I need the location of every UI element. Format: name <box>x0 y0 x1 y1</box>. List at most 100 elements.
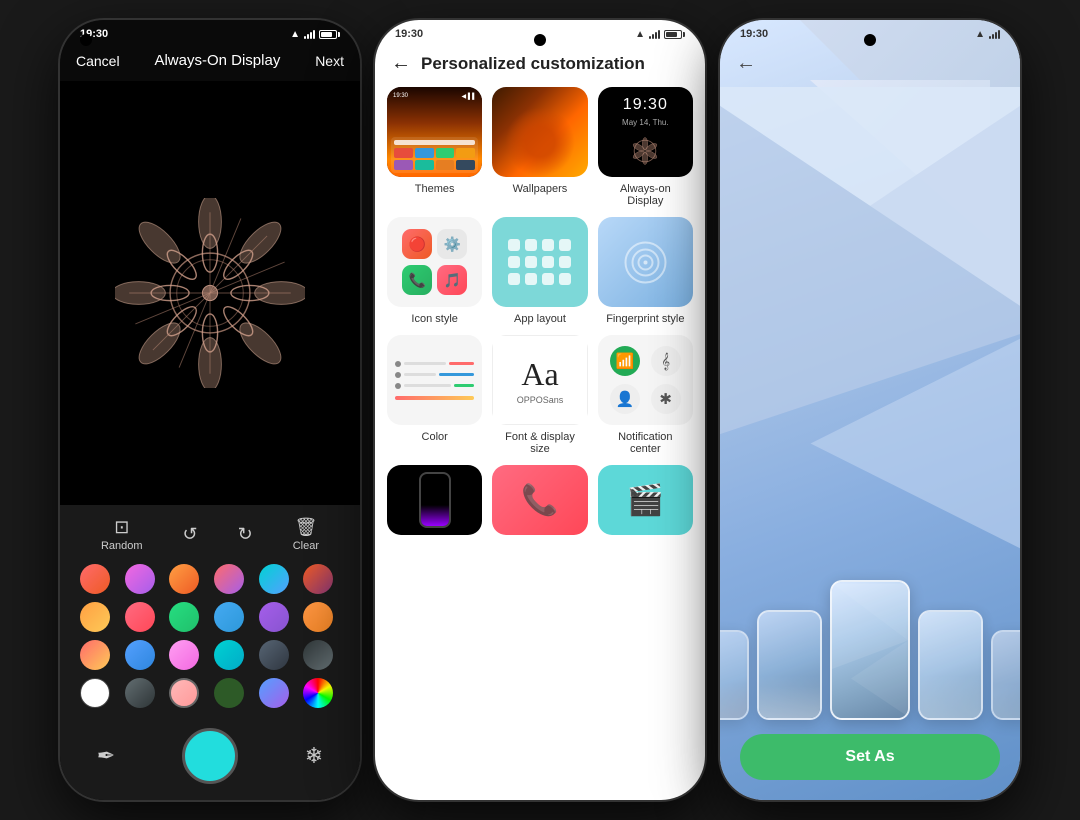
status-time-2: 19:30 <box>395 28 423 40</box>
fingerprint-style-label: Fingerprint style <box>606 313 684 325</box>
status-icons-3: ▲ <box>975 29 1000 40</box>
fingerprint-style-item[interactable]: Fingerprint style <box>598 217 693 325</box>
aod-item[interactable]: 19:30 May 14, Thu. <box>598 87 693 207</box>
phone-3: 19:30 ▲ ← <box>720 20 1020 800</box>
color-option-2[interactable] <box>125 564 155 594</box>
status-bar-1: 19:30 ▲ <box>60 20 360 44</box>
back-button-2[interactable]: ← <box>391 52 411 75</box>
app-layout-item[interactable]: App layout <box>492 217 587 325</box>
wallpaper-preview-area <box>720 87 1020 800</box>
camera-punch-hole-1 <box>80 34 92 46</box>
camera-punch-hole-2 <box>534 34 546 46</box>
undo-icon: ↺ <box>183 524 198 545</box>
customization-title: Personalized customization <box>421 54 645 74</box>
phone1-screen: 19:30 ▲ Cancel Always-On Display Next <box>60 20 360 800</box>
color-option-16[interactable] <box>214 640 244 670</box>
color-option-19[interactable] <box>80 678 110 708</box>
grid-row-2: 🔴 ⚙️ 📞 🎵 Icon style <box>387 217 693 325</box>
brush-icon[interactable]: ✒ <box>84 734 128 778</box>
notification-item[interactable]: 📶 𝄞 👤 ✱ Notification center <box>598 335 693 455</box>
aod-preview-area <box>60 81 360 505</box>
color-option-7[interactable] <box>80 602 110 632</box>
phone-1: 19:30 ▲ Cancel Always-On Display Next <box>60 20 360 800</box>
color-option-21[interactable] <box>169 678 199 708</box>
notification-label: Notification center <box>618 431 672 455</box>
bottom-action-bar: ✒ ❄ <box>76 720 344 792</box>
undo-control[interactable]: ↺ <box>183 524 198 545</box>
app-layout-label: App layout <box>514 313 566 325</box>
color-option-6[interactable] <box>303 564 333 594</box>
font-item[interactable]: Aa OPPOSans Font & display size <box>492 335 587 455</box>
icon-style-thumb: 🔴 ⚙️ 📞 🎵 <box>387 217 482 307</box>
random-control[interactable]: ⊡ Random <box>101 517 143 552</box>
aod-label: Always-on Display <box>620 183 671 207</box>
color-option-18[interactable] <box>303 640 333 670</box>
theme-extra-2[interactable]: 📞 <box>492 465 587 535</box>
customization-grid: 19:30◀ ▌▌ <box>375 87 705 800</box>
cancel-button[interactable]: Cancel <box>76 53 120 69</box>
phone2-screen: 19:30 ▲ ← Personalized customization <box>375 20 705 800</box>
phone3-screen: 19:30 ▲ ← <box>720 20 1020 800</box>
next-button[interactable]: Next <box>315 53 344 69</box>
aod-snowflake-art <box>115 198 305 388</box>
wallpaper-set-header: ← <box>720 44 1020 87</box>
color-option-8[interactable] <box>125 602 155 632</box>
theme-extra-3[interactable]: 🎬 <box>598 465 693 535</box>
color-option-20[interactable] <box>125 678 155 708</box>
capture-button[interactable] <box>182 728 238 784</box>
redo-control[interactable]: ↻ <box>238 524 253 545</box>
color-item[interactable]: Color <box>387 335 482 455</box>
color-option-3[interactable] <box>169 564 199 594</box>
effect-icon[interactable]: ❄ <box>292 734 336 778</box>
color-option-14[interactable] <box>125 640 155 670</box>
aod-title: Always-On Display <box>154 52 280 69</box>
color-option-15[interactable] <box>169 640 199 670</box>
color-option-12[interactable] <box>303 602 333 632</box>
grid-row-4: 📞 🎬 <box>387 465 693 535</box>
color-option-9[interactable] <box>169 602 199 632</box>
back-button-3[interactable]: ← <box>736 52 756 75</box>
color-option-13[interactable] <box>80 640 110 670</box>
delete-icon: 🗑 <box>294 517 317 538</box>
themes-label: Themes <box>415 183 455 195</box>
color-option-24[interactable] <box>303 678 333 708</box>
color-option-1[interactable] <box>80 564 110 594</box>
fingerprint-style-thumb <box>598 217 693 307</box>
color-option-22[interactable] <box>214 678 244 708</box>
camera-punch-hole-3 <box>864 34 876 46</box>
aod-thumb: 19:30 May 14, Thu. <box>598 87 693 177</box>
color-option-4[interactable] <box>214 564 244 594</box>
status-time-3: 19:30 <box>740 28 768 40</box>
color-option-10[interactable] <box>214 602 244 632</box>
themes-item[interactable]: 19:30◀ ▌▌ <box>387 87 482 207</box>
icon-style-label: Icon style <box>411 313 457 325</box>
clear-control[interactable]: 🗑 Clear <box>293 517 319 552</box>
color-palette <box>76 564 344 708</box>
font-thumb: Aa OPPOSans <box>492 335 587 425</box>
status-icons-2: ▲ <box>635 29 685 40</box>
color-option-23[interactable] <box>259 678 289 708</box>
wifi-icon-2: ▲ <box>635 29 645 40</box>
battery-icon-2 <box>664 30 685 39</box>
signal-icon-3 <box>989 29 1000 39</box>
wallpapers-label: Wallpapers <box>513 183 568 195</box>
aod-bottom-toolbar: ⊡ Random ↺ ↻ 🗑 Clear <box>60 505 360 800</box>
random-label: Random <box>101 540 143 552</box>
icon-style-item[interactable]: 🔴 ⚙️ 📞 🎵 Icon style <box>387 217 482 325</box>
grid-row-1: 19:30◀ ▌▌ <box>387 87 693 207</box>
color-option-11[interactable] <box>259 602 289 632</box>
toolbar-controls: ⊡ Random ↺ ↻ 🗑 Clear <box>76 517 344 552</box>
signal-icon-2 <box>649 29 660 39</box>
color-option-5[interactable] <box>259 564 289 594</box>
status-icons-1: ▲ <box>290 29 340 40</box>
aod-header: Cancel Always-On Display Next <box>60 44 360 81</box>
color-thumb <box>387 335 482 425</box>
dice-icon: ⊡ <box>114 517 129 538</box>
color-option-17[interactable] <box>259 640 289 670</box>
app-layout-thumb <box>492 217 587 307</box>
wallpapers-thumb <box>492 87 587 177</box>
set-as-button[interactable]: Set As <box>740 734 1000 780</box>
wallpapers-item[interactable]: Wallpapers <box>492 87 587 207</box>
theme-extra-1[interactable] <box>387 465 482 535</box>
phone-2: 19:30 ▲ ← Personalized customization <box>375 20 705 800</box>
